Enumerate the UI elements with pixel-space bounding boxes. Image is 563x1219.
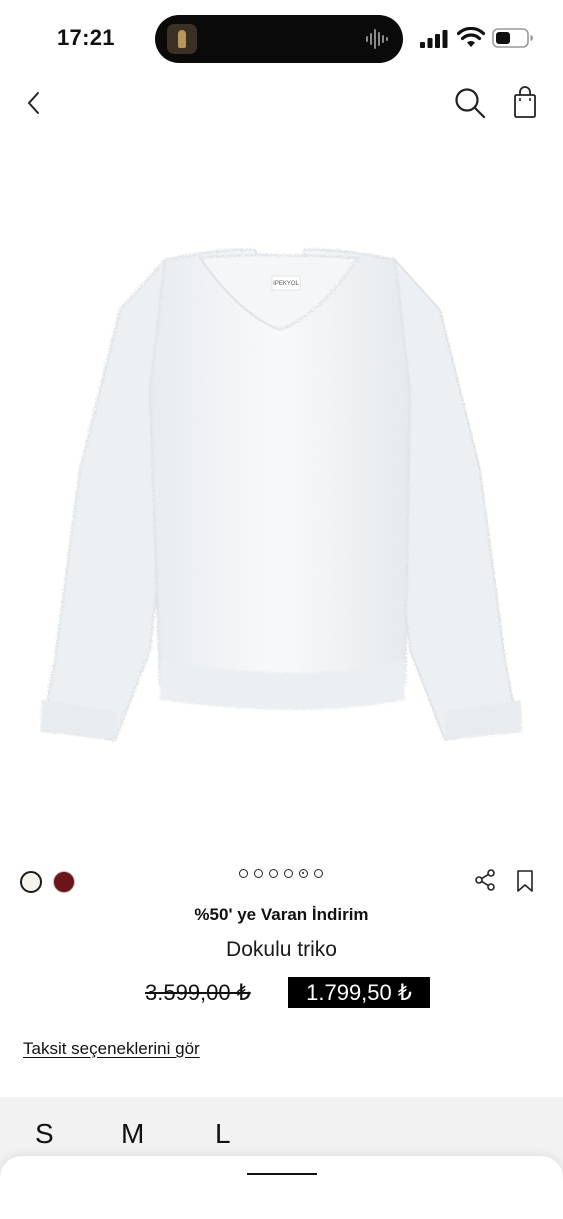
size-option-l[interactable]: L bbox=[215, 1118, 231, 1150]
back-chevron-icon[interactable] bbox=[22, 88, 48, 118]
garment-label: IPEKYOL bbox=[273, 281, 299, 287]
bottom-sheet[interactable] bbox=[0, 1156, 563, 1219]
promo-text: %50' ye Varan İndirim bbox=[194, 905, 369, 924]
audio-waveform-icon bbox=[366, 29, 388, 49]
cellular-signal-icon bbox=[420, 30, 448, 48]
original-price: 3.599,00 ₺ bbox=[145, 980, 251, 1005]
color-swatch-burgundy[interactable] bbox=[53, 871, 75, 893]
search-icon[interactable] bbox=[453, 86, 487, 120]
pagination-dot[interactable] bbox=[269, 868, 278, 878]
share-icon[interactable] bbox=[473, 868, 497, 892]
wifi-icon bbox=[457, 27, 485, 47]
color-swatch-white[interactable] bbox=[20, 871, 42, 893]
sheet-drag-handle[interactable] bbox=[247, 1173, 317, 1175]
installment-options-link[interactable]: Taksit seçeneklerini gör bbox=[23, 1039, 200, 1059]
product-title: Dokulu triko bbox=[226, 938, 337, 961]
battery-icon bbox=[492, 28, 533, 48]
pagination-dot[interactable] bbox=[239, 868, 248, 878]
size-option-s[interactable]: S bbox=[35, 1118, 54, 1150]
product-image[interactable]: IPEKYOL bbox=[0, 140, 563, 840]
size-option-m[interactable]: M bbox=[121, 1118, 144, 1150]
status-time: 17:21 bbox=[57, 25, 115, 50]
sweater-graphic bbox=[40, 248, 522, 742]
sale-price-badge: 1.799,50 ₺ bbox=[288, 977, 430, 1008]
pagination-dot[interactable] bbox=[254, 868, 263, 878]
dynamic-island bbox=[155, 15, 403, 63]
pagination-dot-active[interactable] bbox=[299, 868, 308, 878]
image-pagination bbox=[239, 867, 323, 879]
now-playing-artwork bbox=[167, 24, 197, 54]
sale-price: 1.799,50 ₺ bbox=[306, 979, 412, 1005]
pagination-dot[interactable] bbox=[314, 868, 323, 878]
bookmark-icon[interactable] bbox=[515, 869, 535, 893]
pagination-dot[interactable] bbox=[284, 868, 293, 878]
shopping-bag-icon[interactable] bbox=[511, 86, 539, 120]
